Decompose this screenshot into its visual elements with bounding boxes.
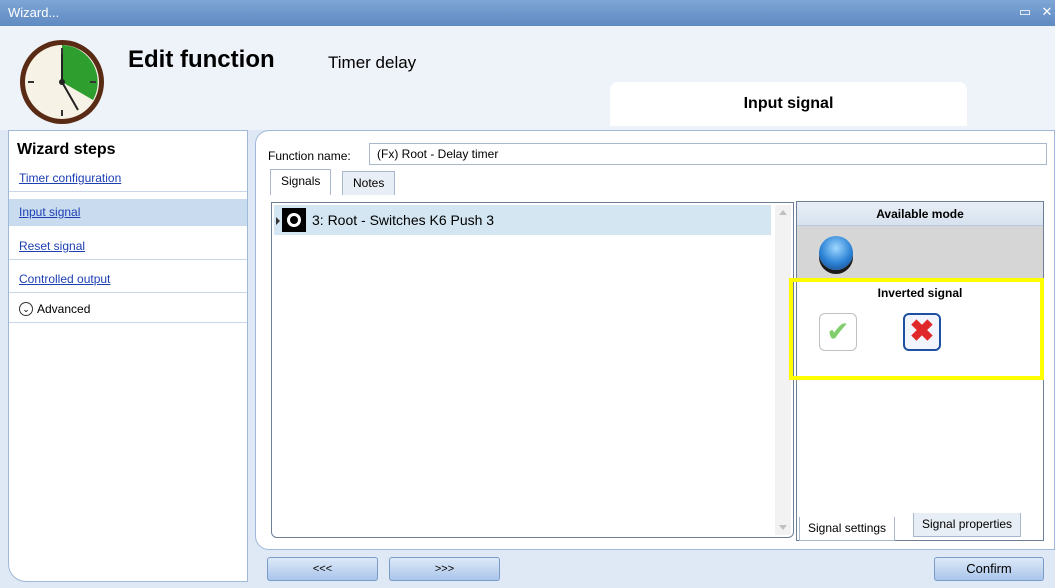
scroll-down-icon[interactable] xyxy=(779,525,787,530)
list-item[interactable]: 3: Root - Switches K6 Push 3 xyxy=(274,205,771,235)
available-mode-area xyxy=(797,226,1043,280)
wizard-steps-sidebar: Wizard steps Timer configuration Input s… xyxy=(8,130,248,582)
tab-signals[interactable]: Signals xyxy=(270,169,332,195)
current-step-tab: Input signal xyxy=(610,82,967,126)
scroll-up-icon[interactable] xyxy=(779,210,787,215)
tab-notes[interactable]: Notes xyxy=(342,171,396,195)
page-subtitle: Timer delay xyxy=(328,53,417,72)
next-button[interactable]: >>> xyxy=(389,557,500,581)
wizard-header: Edit function Timer delay Input signal xyxy=(0,26,1055,130)
signal-label: 3: Root - Switches K6 Push 3 xyxy=(312,212,495,228)
push-button-mode-icon[interactable] xyxy=(819,236,853,270)
sidebar-item-reset-signal[interactable]: Reset signal xyxy=(9,233,247,260)
clock-icon xyxy=(20,40,104,124)
sidebar-item-timer-configuration[interactable]: Timer configuration xyxy=(9,165,247,192)
confirm-button[interactable]: Confirm xyxy=(934,557,1044,581)
expand-arrow-icon xyxy=(276,217,280,225)
available-mode-header: Available mode xyxy=(797,202,1043,226)
function-name-input[interactable]: (Fx) Root - Delay timer xyxy=(369,143,1047,165)
chevron-down-icon: ⌄ xyxy=(19,302,33,316)
title-bar: Wizard... ▭ ✕ xyxy=(0,0,1055,26)
advanced-expander[interactable]: ⌄ Advanced xyxy=(9,295,247,323)
advanced-label: Advanced xyxy=(37,302,91,316)
maximize-icon[interactable]: ▭ xyxy=(1018,5,1032,19)
function-name-label: Function name: xyxy=(268,149,351,163)
sidebar-item-input-signal[interactable]: Input signal xyxy=(9,199,247,226)
tab-signal-settings[interactable]: Signal settings xyxy=(799,517,896,541)
window-title: Wizard... xyxy=(8,5,60,20)
tab-signal-properties[interactable]: Signal properties xyxy=(913,513,1022,537)
close-icon[interactable]: ✕ xyxy=(1040,5,1054,19)
previous-button[interactable]: <<< xyxy=(267,557,378,581)
signals-list: 3: Root - Switches K6 Push 3 xyxy=(271,202,794,538)
push-button-signal-icon xyxy=(282,208,306,232)
page-title: Edit function xyxy=(128,46,275,73)
sidebar-title: Wizard steps xyxy=(17,141,116,158)
sidebar-item-controlled-output[interactable]: Controlled output xyxy=(9,266,247,293)
inverted-signal-highlight xyxy=(789,278,1044,380)
